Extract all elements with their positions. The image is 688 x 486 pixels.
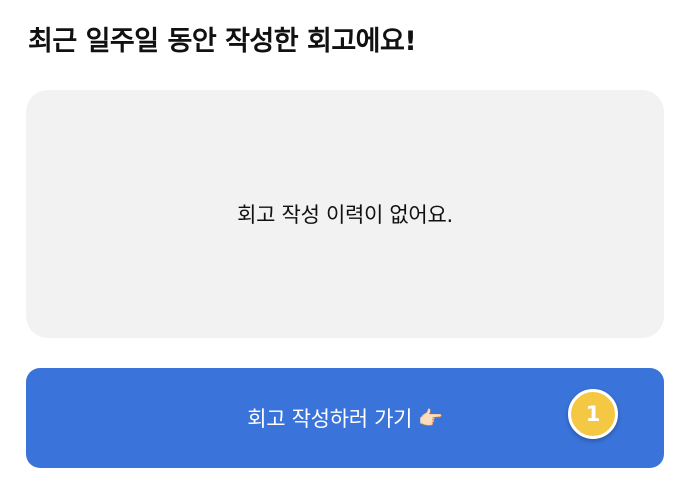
- empty-state-message: 회고 작성 이력이 없어요.: [237, 203, 453, 227]
- write-retrospective-label: 회고 작성하러 가기 👉🏻: [247, 403, 443, 433]
- count-badge: 1: [568, 389, 618, 439]
- empty-state-card: 회고 작성 이력이 없어요.: [26, 90, 664, 338]
- write-retrospective-text: 회고 작성하러 가기: [247, 407, 413, 431]
- pointing-right-hand-icon: 👉🏻: [418, 406, 443, 430]
- section-title: 최근 일주일 동안 작성한 회고에요!: [28, 26, 417, 57]
